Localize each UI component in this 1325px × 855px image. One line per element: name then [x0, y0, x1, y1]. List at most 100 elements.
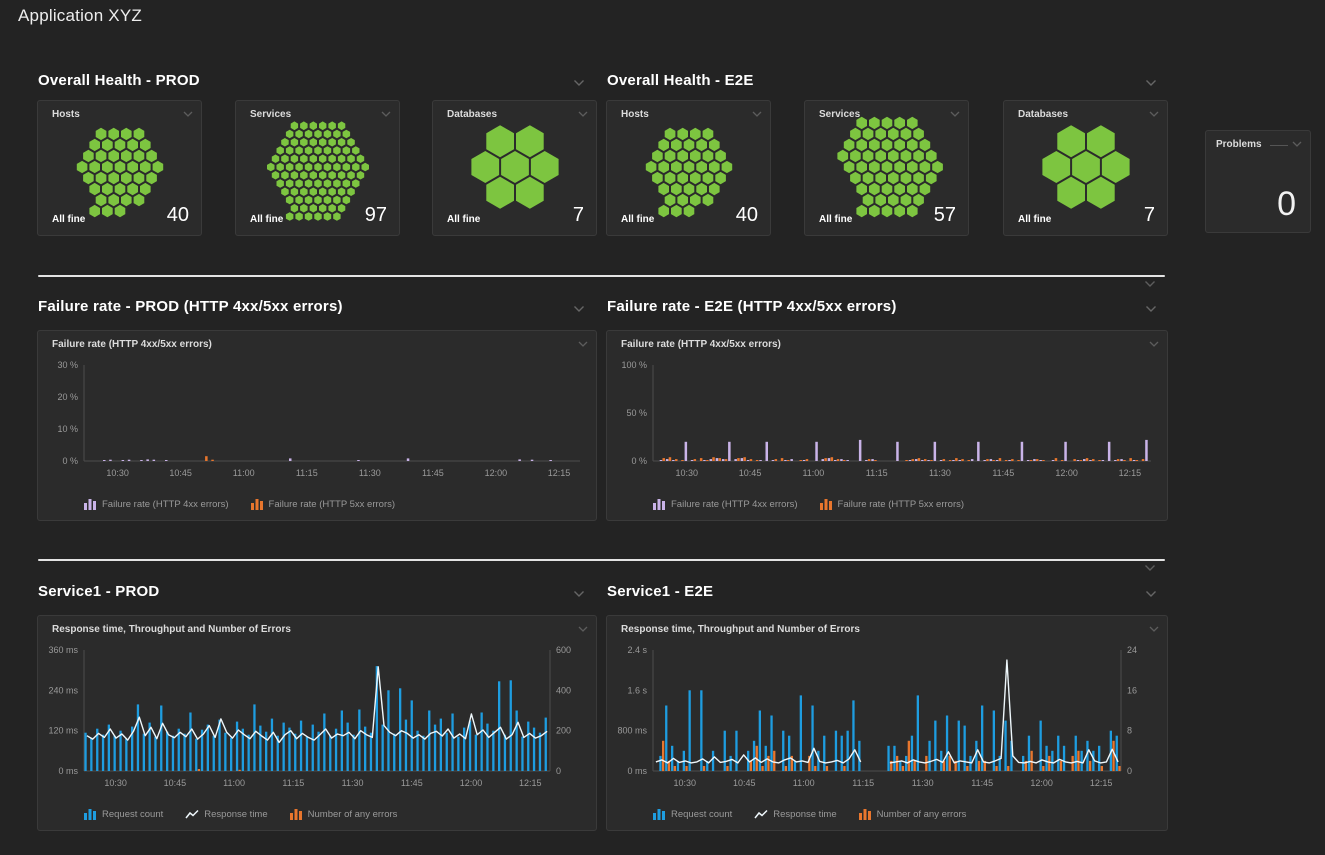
chevron-down-icon[interactable] — [1149, 341, 1159, 348]
health-tile-services-e2e[interactable]: Services All fine57 — [804, 100, 969, 236]
svg-text:11:15: 11:15 — [282, 778, 304, 788]
section-heading-failure-prod: Failure rate - PROD (HTTP 4xx/5xx errors… — [38, 298, 343, 315]
svg-text:12:15: 12:15 — [548, 468, 571, 478]
chevron-down-icon[interactable] — [573, 590, 585, 598]
legend-item[interactable]: Response time — [754, 809, 836, 820]
svg-text:10:30: 10:30 — [673, 778, 696, 788]
svg-text:11:00: 11:00 — [802, 468, 824, 478]
section-heading-service1-prod: Service1 - PROD — [38, 583, 159, 600]
svg-text:11:15: 11:15 — [852, 778, 874, 788]
svg-text:11:45: 11:45 — [422, 468, 444, 478]
tile-title: Services — [819, 109, 860, 120]
health-tile-databases-e2e[interactable]: Databases All fine 7 — [1003, 100, 1168, 236]
problems-count: 0 — [1277, 185, 1296, 224]
entity-count: 57 — [934, 205, 956, 225]
chevron-down-icon[interactable] — [183, 111, 193, 118]
svg-text:12:00: 12:00 — [1030, 778, 1053, 788]
status-text: All fine — [52, 214, 85, 225]
svg-text:11:45: 11:45 — [971, 778, 993, 788]
chevron-down-icon[interactable] — [573, 79, 585, 87]
health-tile-databases-prod[interactable]: Databases All fine7 — [432, 100, 597, 236]
chevron-down-icon[interactable] — [578, 341, 588, 348]
failure-rate-prod-chart[interactable]: 0 %10 %20 %30 %10:3010:4511:0011:1511:30… — [38, 357, 596, 487]
status-text: All fine — [621, 214, 654, 225]
svg-text:11:00: 11:00 — [233, 468, 255, 478]
legend-item[interactable]: Failure rate (HTTP 4xx errors) — [653, 499, 798, 510]
chevron-down-icon[interactable] — [1145, 305, 1157, 313]
svg-text:11:00: 11:00 — [793, 778, 815, 788]
legend-item[interactable]: Failure rate (HTTP 5xx errors) — [820, 499, 965, 510]
legend-item[interactable]: Number of any errors — [290, 809, 398, 820]
tile-title: Databases — [1018, 109, 1068, 120]
chevron-down-icon[interactable] — [578, 111, 588, 118]
failure-rate-e2e-tile[interactable]: Failure rate (HTTP 4xx/5xx errors) 0 %50… — [606, 330, 1168, 521]
status-text: All fine — [1018, 214, 1051, 225]
svg-text:0: 0 — [556, 766, 561, 776]
chevron-down-icon[interactable] — [578, 626, 588, 633]
tile-title: Problems — [1216, 139, 1262, 150]
chevron-down-icon[interactable] — [1144, 564, 1156, 572]
svg-text:11:00: 11:00 — [223, 778, 245, 788]
svg-text:10:30: 10:30 — [675, 468, 698, 478]
legend-item[interactable]: Request count — [653, 809, 732, 820]
chevron-down-icon[interactable] — [1149, 111, 1159, 118]
svg-text:0 %: 0 % — [62, 456, 78, 466]
svg-text:0: 0 — [1127, 766, 1132, 776]
svg-text:12:15: 12:15 — [1119, 468, 1142, 478]
legend-item[interactable]: Response time — [185, 809, 267, 820]
chevron-down-icon[interactable] — [950, 111, 960, 118]
chevron-down-icon[interactable] — [1149, 626, 1159, 633]
problems-tile[interactable]: Problems 0 — [1205, 130, 1311, 233]
svg-text:10:45: 10:45 — [169, 468, 192, 478]
service1-prod-chart[interactable]: 0 ms120 ms240 ms360 ms020040060010:3010:… — [38, 642, 596, 797]
chevron-down-icon[interactable] — [752, 111, 762, 118]
legend-item[interactable]: Failure rate (HTTP 5xx errors) — [251, 499, 396, 510]
chevron-down-icon[interactable] — [381, 111, 391, 118]
chevron-down-icon[interactable] — [1292, 141, 1302, 148]
svg-text:20 %: 20 % — [57, 392, 78, 402]
status-text: All fine — [250, 214, 283, 225]
chart-title: Response time, Throughput and Number of … — [621, 624, 860, 635]
svg-text:11:15: 11:15 — [866, 468, 888, 478]
svg-text:11:30: 11:30 — [359, 468, 381, 478]
legend-item[interactable]: Number of any errors — [859, 809, 967, 820]
svg-text:10:45: 10:45 — [733, 778, 756, 788]
entity-count: 97 — [365, 205, 387, 225]
chart-title: Response time, Throughput and Number of … — [52, 624, 291, 635]
section-heading-failure-e2e: Failure rate - E2E (HTTP 4xx/5xx errors) — [607, 298, 897, 315]
health-tile-hosts-e2e[interactable]: Hosts All fine40 — [606, 100, 771, 236]
section-heading-service1-e2e: Service1 - E2E — [607, 583, 713, 600]
failure-rate-prod-tile[interactable]: Failure rate (HTTP 4xx/5xx errors) 0 %10… — [37, 330, 597, 521]
svg-text:10:45: 10:45 — [739, 468, 762, 478]
svg-text:11:15: 11:15 — [296, 468, 318, 478]
entity-count: 7 — [1144, 205, 1155, 225]
health-tile-hosts-prod[interactable]: Hosts All fine 40 — [37, 100, 202, 236]
chevron-down-icon[interactable] — [1145, 79, 1157, 87]
svg-text:12:00: 12:00 — [460, 778, 483, 788]
failure-rate-e2e-chart[interactable]: 0 %50 %100 %10:3010:4511:0011:1511:3011:… — [607, 357, 1167, 487]
chevron-down-icon[interactable] — [1145, 590, 1157, 598]
chart-legend: Request count Response time Number of any … — [84, 809, 397, 820]
svg-text:400: 400 — [556, 685, 571, 695]
entity-count: 40 — [736, 205, 758, 225]
entity-count: 40 — [167, 205, 189, 225]
chevron-down-icon[interactable] — [573, 305, 585, 313]
svg-text:200: 200 — [556, 726, 571, 736]
svg-text:11:30: 11:30 — [929, 468, 951, 478]
service1-e2e-chart[interactable]: 0 ms800 ms1.6 s2.4 s08162410:3010:4511:0… — [607, 642, 1167, 797]
service1-prod-tile[interactable]: Response time, Throughput and Number of … — [37, 615, 597, 831]
section-divider — [38, 275, 1165, 277]
legend-item[interactable]: Failure rate (HTTP 4xx errors) — [84, 499, 229, 510]
chart-legend: Failure rate (HTTP 4xx errors) Failure ra… — [653, 499, 964, 510]
svg-text:10:45: 10:45 — [164, 778, 187, 788]
chevron-down-icon[interactable] — [1144, 280, 1156, 288]
svg-text:11:30: 11:30 — [912, 778, 934, 788]
tile-title: Hosts — [52, 109, 80, 120]
health-tile-services-prod[interactable]: Services All fine97 — [235, 100, 400, 236]
tile-title: Databases — [447, 109, 497, 120]
legend-item[interactable]: Request count — [84, 809, 163, 820]
service1-e2e-tile[interactable]: Response time, Throughput and Number of … — [606, 615, 1168, 831]
svg-text:16: 16 — [1127, 685, 1137, 695]
svg-text:11:45: 11:45 — [992, 468, 1014, 478]
section-heading-overall-health-prod: Overall Health - PROD — [38, 72, 200, 89]
